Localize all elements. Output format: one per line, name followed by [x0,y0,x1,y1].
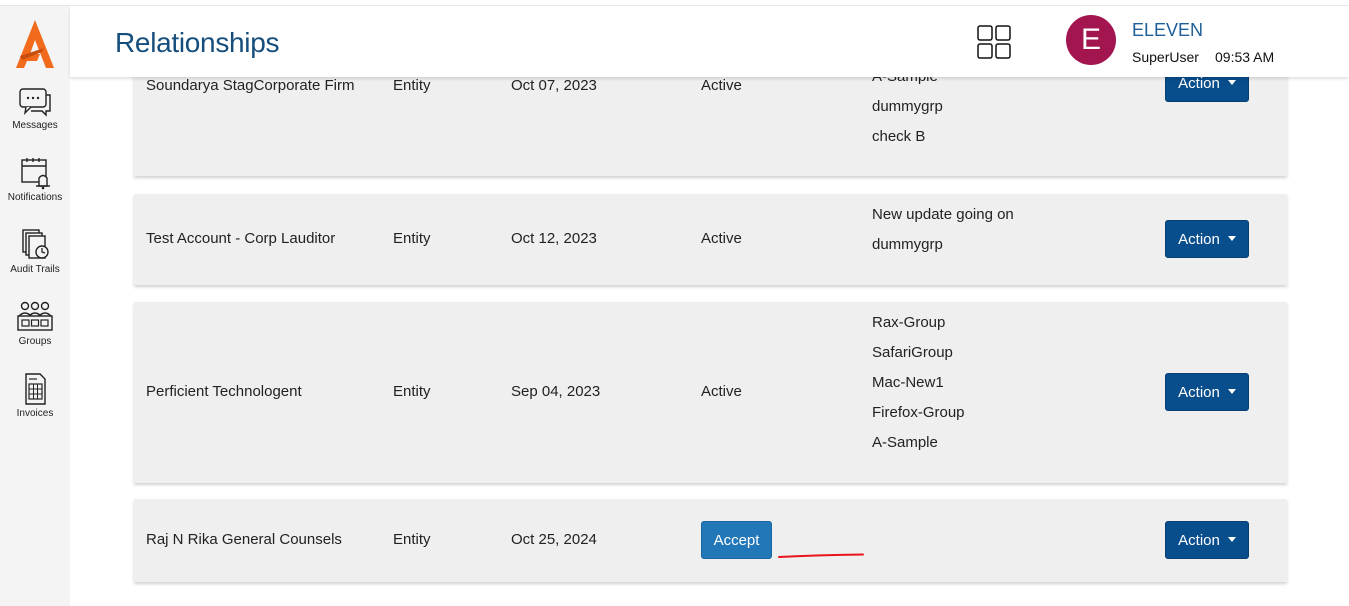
action-button-label: Action [1178,383,1220,401]
sidebar-item-groups[interactable]: Groups [0,300,70,347]
sidebar-item-label: Invoices [16,408,54,419]
relationship-type: Entity [393,77,431,94]
relationship-card: Soundarya StagCorporate Firm Entity Oct … [134,77,1287,176]
group-item: A-Sample [872,434,938,451]
notifications-icon [21,158,50,190]
relationship-type: Entity [393,531,431,548]
group-item: SafariGroup [872,344,953,361]
top-border [0,0,1349,6]
relationship-type: Entity [393,230,431,247]
sidebar-item-invoices[interactable]: Invoices [0,372,70,419]
relationship-status: Active [701,383,742,400]
apps-grid-icon[interactable] [976,24,1012,60]
messages-icon [19,88,51,117]
relationship-card: Raj N Rika General Counsels Entity Oct 2… [134,499,1287,582]
relationship-date: Sep 04, 2023 [511,383,601,400]
relationship-name: Raj N Rika General Counsels [146,531,342,548]
sidebar: Messages Notifications Audit Trails Grou… [0,6,70,606]
sidebar-item-label: Notifications [7,192,63,203]
group-item: Firefox-Group [872,404,965,421]
sidebar-item-label: Groups [18,336,52,347]
page-title: Relationships [115,27,280,58]
caret-down-icon [1227,536,1236,542]
group-list: A-Sample dummygrp check B [872,77,943,152]
group-item: New update going on [872,206,1014,223]
user-role: SuperUser [1132,49,1199,65]
caret-down-icon [1227,235,1236,241]
relationships-list: Soundarya StagCorporate Firm Entity Oct … [70,77,1349,606]
app-logo-icon[interactable] [14,18,56,70]
sidebar-item-messages[interactable]: Messages [0,86,70,131]
group-item: Rax-Group [872,314,946,331]
avatar[interactable]: E [1066,15,1116,65]
action-dropdown-button[interactable]: Action [1165,77,1249,102]
relationship-date: Oct 12, 2023 [511,230,597,247]
caret-down-icon [1227,79,1236,85]
current-time: 09:53 AM [1215,49,1275,65]
action-dropdown-button[interactable]: Action [1165,373,1249,411]
relationship-status: Active [701,77,742,94]
groups-icon [17,301,53,331]
group-list: Rax-Group SafariGroup Mac-New1 Firefox-G… [872,308,965,458]
group-item: dummygrp [872,236,943,253]
relationship-type: Entity [393,383,431,400]
action-dropdown-button[interactable]: Action [1165,220,1249,258]
action-button-label: Action [1178,77,1220,92]
invoices-icon [25,373,46,405]
sidebar-item-audit-trails[interactable]: Audit Trails [0,228,70,275]
relationship-status: Active [701,230,742,247]
relationship-name: Test Account - Corp Lauditor [146,230,336,247]
relationship-date: Oct 25, 2024 [511,531,597,548]
accept-button[interactable]: Accept [701,521,772,559]
group-item: check B [872,128,926,145]
action-button-label: Action [1178,531,1220,549]
relationship-card: Perficient Technologent Entity Sep 04, 2… [134,302,1287,483]
group-item: dummygrp [872,98,943,115]
group-item: A-Sample [872,77,943,92]
audit-trails-icon [22,229,49,259]
caret-down-icon [1227,388,1236,394]
group-list: New update going on dummygrp [872,200,1014,260]
action-button-label: Action [1178,230,1220,248]
action-dropdown-button[interactable]: Action [1165,521,1249,559]
relationship-date: Oct 07, 2023 [511,77,597,94]
sidebar-item-label: Audit Trails [10,264,60,275]
relationship-name: Perficient Technologent [146,383,302,400]
relationship-name: Soundarya StagCorporate Firm [146,77,355,94]
top-header: Relationships E ELEVEN SuperUser 09:53 A… [70,7,1349,77]
user-name[interactable]: ELEVEN [1132,20,1203,41]
sidebar-item-notifications[interactable]: Notifications [0,156,70,203]
relationship-card: Test Account - Corp Lauditor Entity Oct … [134,194,1287,285]
red-annotation-underline [778,553,864,558]
group-item: Mac-New1 [872,374,944,391]
sidebar-item-label: Messages [12,120,58,131]
